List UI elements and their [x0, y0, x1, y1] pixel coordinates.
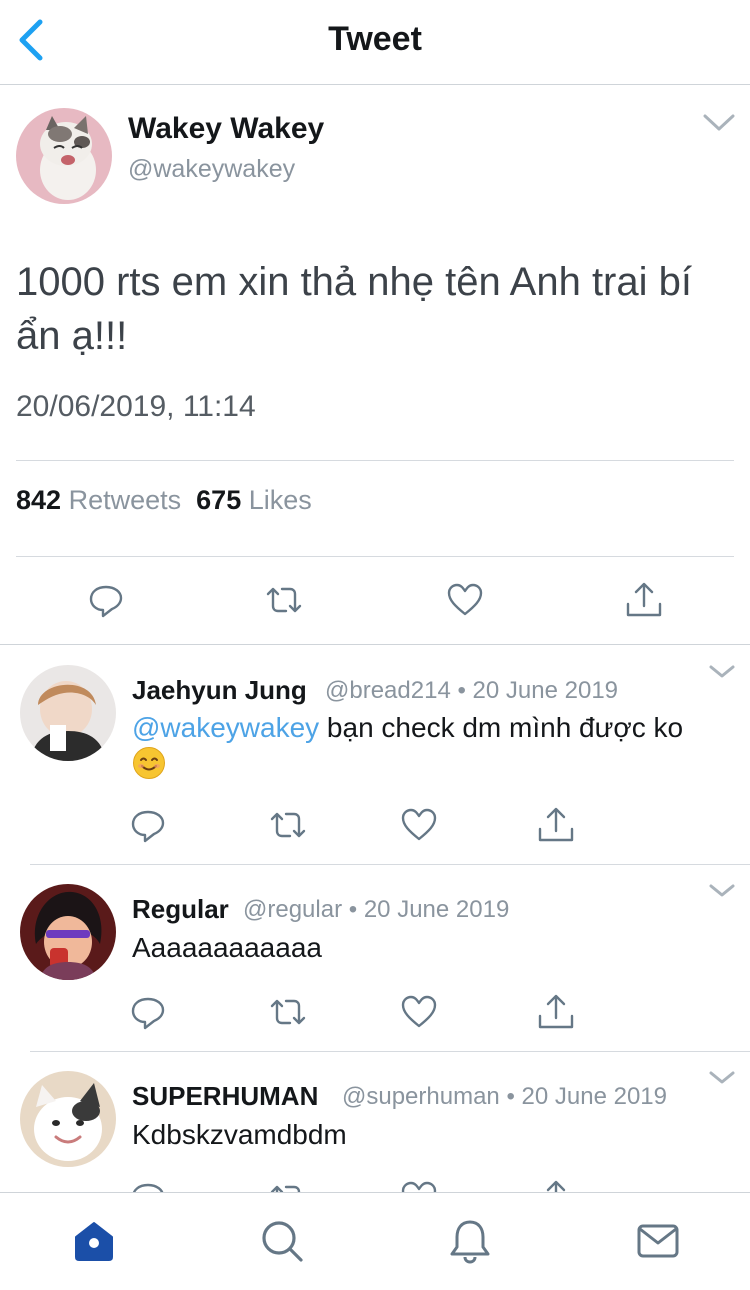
- reply-date: 20 June 2019: [521, 1083, 667, 1110]
- author-handle[interactable]: @wakeywakey: [128, 155, 295, 184]
- avatar[interactable]: [16, 108, 112, 204]
- avatar[interactable]: [20, 665, 116, 761]
- share-button[interactable]: [624, 580, 664, 620]
- reply-date: 20 June 2019: [472, 677, 619, 704]
- reply-text: Kdbskzvamdbdm: [132, 1119, 347, 1150]
- reply-meta: @regular • 20 June 2019: [243, 896, 509, 924]
- reply-button[interactable]: [86, 580, 126, 620]
- share-icon: [538, 994, 574, 1029]
- avatar[interactable]: [20, 884, 116, 980]
- reply-icon: [89, 585, 123, 618]
- smiling-face-emoji-icon: [133, 747, 165, 779]
- reply-author-name[interactable]: SUPERHUMAN: [132, 1081, 318, 1112]
- like-button[interactable]: [399, 805, 439, 845]
- tweet-text: 1000 rts em xin thả nhẹ tên Anh trai bí …: [16, 260, 692, 358]
- retweets-stat[interactable]: 842 Retweets: [16, 485, 181, 515]
- tweet-menu-button[interactable]: [702, 110, 736, 136]
- reply-author-name[interactable]: Jaehyun Jung: [132, 675, 307, 706]
- chevron-down-icon: [709, 665, 735, 678]
- divider: [30, 864, 750, 865]
- top-bar: Tweet: [0, 0, 750, 85]
- tweet-stats: 842 Retweets 675 Likes: [16, 485, 312, 516]
- page-title: Tweet: [328, 20, 422, 58]
- retweet-icon: [270, 812, 306, 838]
- bell-icon: [450, 1220, 490, 1264]
- reply-handle[interactable]: @regular: [243, 896, 342, 923]
- retweet-button[interactable]: [268, 805, 308, 845]
- chevron-down-icon: [709, 884, 735, 897]
- avatar[interactable]: [20, 1071, 116, 1167]
- heart-icon: [401, 995, 437, 1028]
- retweets-label: Retweets: [68, 485, 182, 515]
- like-button[interactable]: [445, 580, 485, 620]
- reply-text: @wakeywakey bạn check dm mình được ko: [132, 709, 712, 783]
- share-icon: [538, 807, 574, 842]
- share-button[interactable]: [536, 992, 576, 1032]
- retweet-button[interactable]: [268, 992, 308, 1032]
- tweet-timestamp: 20/06/2019, 11:14: [16, 390, 256, 423]
- like-button[interactable]: [399, 992, 439, 1032]
- like-count: 675: [196, 485, 242, 515]
- reply-icon: [131, 810, 165, 843]
- reply-handle[interactable]: @bread214: [325, 677, 451, 704]
- retweet-button[interactable]: [264, 580, 304, 620]
- reply-meta: @superhuman • 20 June 2019: [342, 1083, 667, 1111]
- share-icon: [626, 582, 662, 617]
- tab-notifications[interactable]: [446, 1217, 494, 1265]
- tab-home[interactable]: [70, 1217, 118, 1265]
- retweet-count: 842: [16, 485, 62, 515]
- divider: [16, 460, 734, 461]
- bottom-tab-bar: [0, 1192, 750, 1290]
- retweet-icon: [270, 999, 306, 1025]
- divider: [30, 1051, 750, 1052]
- reply-text: Aaaaaaaaaaaa: [132, 932, 322, 963]
- reply-handle[interactable]: @superhuman: [342, 1083, 500, 1110]
- reply-date: 20 June 2019: [363, 896, 510, 923]
- likes-label: Likes: [248, 485, 312, 515]
- reply-menu-button[interactable]: [708, 662, 736, 682]
- reply-menu-button[interactable]: [708, 1068, 736, 1088]
- tab-messages[interactable]: [634, 1217, 682, 1265]
- meta-separator: •: [348, 896, 358, 923]
- reply-meta: @bread214 • 20 June 2019: [325, 677, 618, 705]
- mail-icon: [637, 1224, 679, 1258]
- reply-text-body: bạn check dm mình được ko: [319, 712, 684, 743]
- divider: [16, 556, 734, 557]
- reply-button[interactable]: [128, 805, 168, 845]
- reply-button[interactable]: [128, 992, 168, 1032]
- tab-search[interactable]: [258, 1217, 306, 1265]
- chevron-down-icon: [703, 114, 735, 131]
- reply-author-name[interactable]: Regular: [132, 894, 229, 925]
- heart-icon: [447, 583, 483, 616]
- heart-icon: [401, 808, 437, 841]
- retweet-icon: [266, 587, 302, 613]
- reply-icon: [131, 997, 165, 1030]
- meta-separator: •: [457, 677, 466, 704]
- divider: [0, 644, 750, 645]
- mention-link[interactable]: @wakeywakey: [132, 712, 319, 743]
- search-icon: [262, 1221, 303, 1262]
- likes-stat[interactable]: 675 Likes: [196, 485, 312, 515]
- meta-separator: •: [506, 1083, 515, 1110]
- home-icon: [75, 1222, 113, 1261]
- share-button[interactable]: [536, 805, 576, 845]
- chevron-down-icon: [709, 1071, 735, 1084]
- reply-menu-button[interactable]: [708, 881, 736, 901]
- author-name[interactable]: Wakey Wakey: [128, 112, 324, 146]
